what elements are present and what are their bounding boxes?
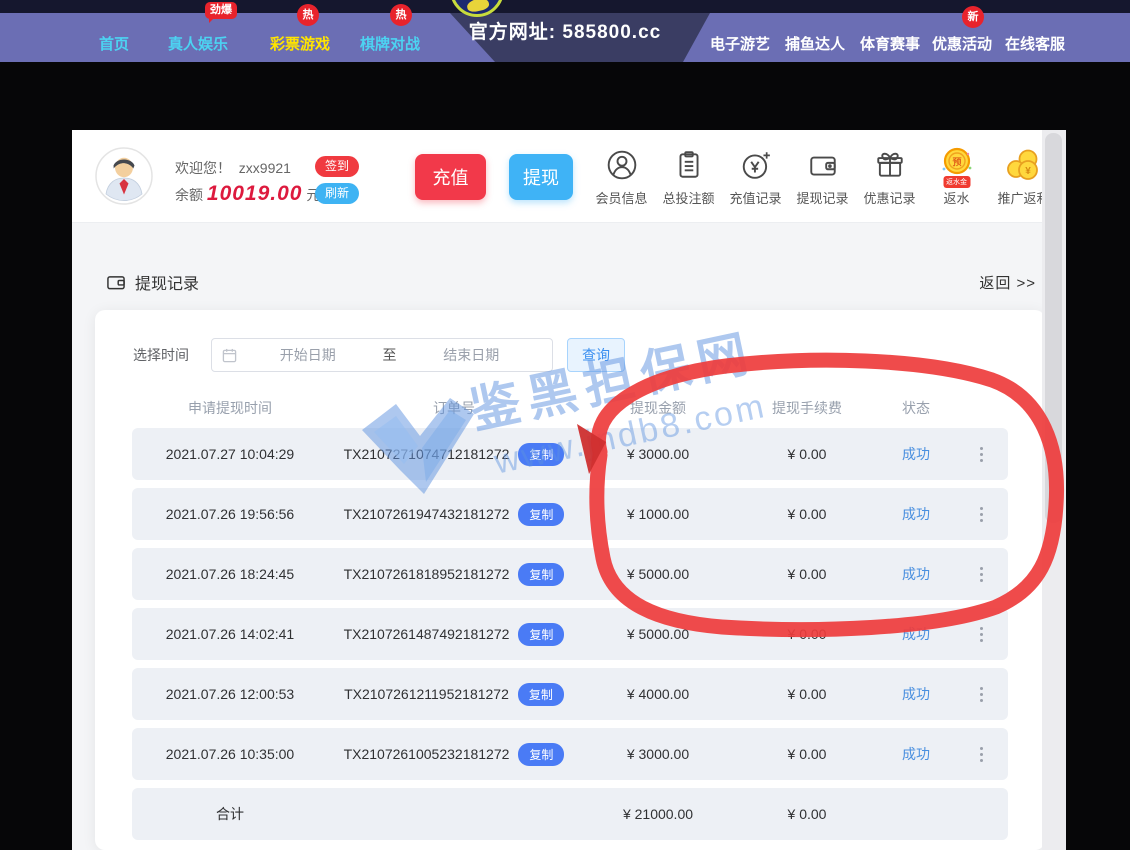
rebate-tag: 返水金 [943,176,970,188]
svg-text:预: 预 [952,157,961,167]
status-badge: 成功 [878,744,954,764]
scrollbar-thumb[interactable] [1045,133,1062,523]
signin-button[interactable]: 签到 [315,156,359,177]
back-link[interactable]: 返回 >> [979,272,1036,293]
recharge-record-icon [736,145,776,185]
nav-item-egames[interactable]: 电子游艺 [710,33,770,54]
nav-item-sports[interactable]: 体育赛事 [860,33,920,54]
order-number: TX2107261947432181272 [344,506,510,522]
nav-item-service[interactable]: 在线客服 [1005,33,1065,54]
withdraw-records-card: 选择时间 开始日期 至 结束日期 查询 申请提现时间 订单号 提现金额 提现手续… [95,310,1045,850]
quick-icon-total-bets[interactable]: 总投注额 [655,145,722,207]
hot-badge-chess: 热 [390,4,412,26]
new-badge-promos: 新 [962,6,984,28]
nav-item-fishing[interactable]: 捕鱼达人 [785,33,845,54]
recharge-button[interactable]: 充值 [415,154,486,200]
nav-item-promos[interactable]: 优惠活动 [932,33,992,54]
table-row: 2021.07.26 18:24:45 TX210726181895218127… [132,548,1008,600]
quick-icon-member-info[interactable]: 会员信息 [588,145,655,207]
status-badge: 成功 [878,564,954,584]
filter-label: 选择时间 [133,345,189,365]
status-badge: 成功 [878,504,954,524]
end-date-placeholder[interactable]: 结束日期 [401,345,543,365]
quick-icons: 会员信息 总投注额 充值记录 [588,145,1057,207]
scrollbar-track[interactable] [1042,130,1066,850]
username: zxx9921 [239,160,291,176]
page-content: 欢迎您！ zxx9921 余额 10019.00 元 签到 刷新 充值 提现 会… [72,130,1042,850]
svg-text:¥: ¥ [1025,166,1031,177]
table-row: 2021.07.26 12:00:53 TX210726121195218127… [132,668,1008,720]
copy-button[interactable]: 复制 [518,683,564,706]
order-number: TX2107261487492181272 [344,626,510,642]
refresh-button[interactable]: 刷新 [315,183,359,204]
promo-record-icon [870,145,910,185]
user-panel: 欢迎您！ zxx9921 余额 10019.00 元 签到 刷新 充值 提现 会… [72,130,1042,223]
table-row: 2021.07.27 10:04:29 TX210727107471218127… [132,428,1008,480]
welcome-text: 欢迎您！ zxx9921 [175,158,291,178]
nav-item-live[interactable]: 真人娱乐 [168,33,228,54]
table-row: 2021.07.26 19:56:56 TX210726194743218127… [132,488,1008,540]
avatar[interactable] [95,147,153,205]
copy-button[interactable]: 复制 [518,563,564,586]
withdraw-table: 申请提现时间 订单号 提现金额 提现手续费 状态 2021.07.27 10:0… [132,388,1008,848]
nav-item-home[interactable]: 首页 [99,33,129,54]
row-menu-icon[interactable] [976,743,987,766]
page-title: 提现记录 [135,270,199,294]
table-header-row: 申请提现时间 订单号 提现金额 提现手续费 状态 [132,388,1008,428]
table-row: 2021.07.26 14:02:41 TX210726148749218127… [132,608,1008,660]
quick-icon-rebate[interactable]: 预 返水金 返水 [923,145,990,207]
quick-icon-promo-record[interactable]: 优惠记录 [856,145,923,207]
status-badge: 成功 [878,684,954,704]
logo-emblem [466,0,490,13]
date-filter-row: 选择时间 开始日期 至 结束日期 查询 [133,338,625,372]
wallet-icon [105,271,127,293]
quick-icon-withdraw-record[interactable]: 提现记录 [789,145,856,207]
start-date-placeholder[interactable]: 开始日期 [237,345,379,365]
order-number: TX2107271074712181272 [344,446,510,462]
row-menu-icon[interactable] [976,563,987,586]
table-total-row: 合计 ¥ 21000.00 ¥ 0.00 [132,788,1008,840]
balance-amount: 10019.00 [207,182,303,205]
withdraw-button[interactable]: 提现 [509,154,573,200]
status-badge: 成功 [878,444,954,464]
order-number: TX2107261211952181272 [344,686,509,702]
rebate-coin-icon: 预 返水金 [937,145,977,185]
status-badge: 成功 [878,624,954,644]
query-button[interactable]: 查询 [567,338,625,372]
nav-item-lottery[interactable]: 彩票游戏 [270,33,330,54]
hot-badge-lottery: 热 [297,4,319,26]
section-header: 提现记录 [105,270,199,294]
member-icon [602,145,642,185]
bets-icon [669,145,709,185]
row-menu-icon[interactable] [976,623,987,646]
order-number: TX2107261005232181272 [344,746,510,762]
balance-row: 余额 10019.00 元 [175,182,320,206]
copy-button[interactable]: 复制 [518,623,564,646]
quick-icon-recharge-record[interactable]: 充值记录 [722,145,789,207]
total-fee: ¥ 0.00 [736,806,878,822]
official-site-url: 官方网址: 585800.cc [420,13,710,49]
calendar-icon [222,348,237,363]
date-range-separator: 至 [379,345,401,365]
nav-item-chess[interactable]: 棋牌对战 [360,33,420,54]
copy-button[interactable]: 复制 [518,503,564,526]
row-menu-icon[interactable] [976,503,987,526]
table-row: 2021.07.26 10:35:00 TX210726100523218127… [132,728,1008,780]
hot-badge-live: 劲爆 [205,2,237,19]
date-range-input[interactable]: 开始日期 至 结束日期 [211,338,553,372]
withdraw-record-icon [803,145,843,185]
total-amount: ¥ 21000.00 [580,806,736,822]
copy-button[interactable]: 复制 [518,743,564,766]
order-number: TX2107261818952181272 [344,566,510,582]
top-dark-strip [0,0,1130,13]
referral-coins-icon: ¥ [1004,145,1044,185]
copy-button[interactable]: 复制 [518,443,564,466]
row-menu-icon[interactable] [976,443,987,466]
row-menu-icon[interactable] [976,683,987,706]
